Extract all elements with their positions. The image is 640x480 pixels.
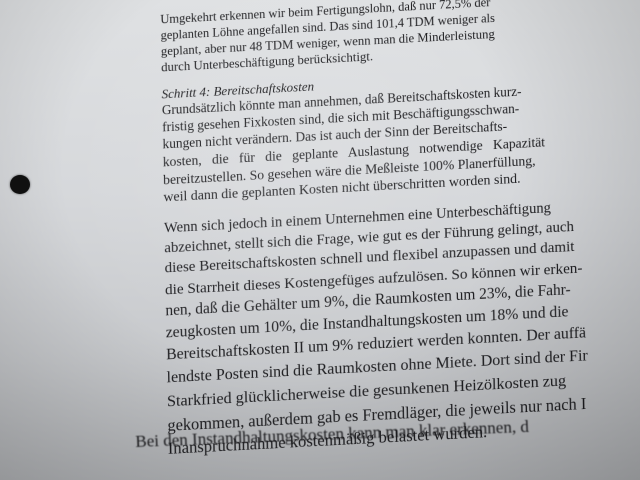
photographed-document-page: Umgekehrt erkennen wir beim Fertigungslo…	[0, 0, 640, 480]
punch-hole	[10, 175, 30, 194]
document-text-block: Umgekehrt erkennen wir beim Fertigungslo…	[130, 0, 640, 480]
